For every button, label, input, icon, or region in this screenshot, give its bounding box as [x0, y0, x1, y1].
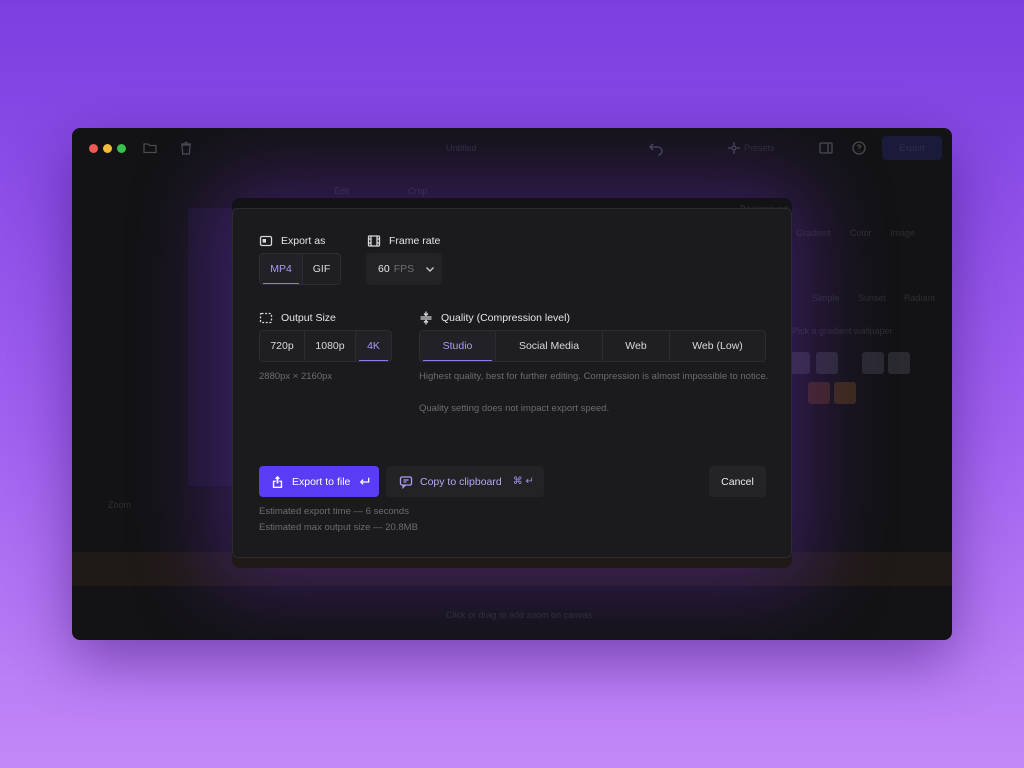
copy-shortcut: ⌘ ↵ [512, 476, 534, 487]
background-thumbnail[interactable] [862, 352, 884, 374]
share-upload-icon [272, 475, 283, 488]
crop-tab[interactable]: Crop [408, 186, 428, 196]
return-key-icon [360, 477, 370, 485]
quality-option-studio[interactable]: Studio [420, 331, 496, 361]
quality-label-row: Quality (Compression level) [419, 311, 570, 325]
export-format-selector: MP4 GIF [259, 253, 341, 285]
background-subtab-sunset[interactable]: Sunset [858, 293, 886, 303]
background-thumbnail[interactable] [816, 352, 838, 374]
close-window-button[interactable] [89, 144, 98, 153]
presets-icon[interactable] [726, 140, 742, 156]
background-thumbnail[interactable] [834, 382, 856, 404]
help-icon[interactable] [851, 140, 867, 156]
quality-label: Quality (Compression level) [441, 312, 570, 324]
output-size-selector: 720p 1080p 4K [259, 330, 392, 362]
estimated-output-size: Estimated max output size — 20.8MB [259, 522, 418, 533]
background-hint: Pick a gradient wallpaper [792, 326, 893, 336]
frame-rate-value: 60 [378, 263, 390, 275]
trash-icon[interactable] [178, 140, 194, 156]
export-to-file-label: Export to file [292, 475, 351, 488]
app-window: Untitled Presets Export Edit Crop Backgr… [72, 128, 952, 640]
quality-option-social-media[interactable]: Social Media [496, 331, 603, 361]
frame-rate-label: Frame rate [389, 235, 441, 247]
size-option-4k[interactable]: 4K [356, 331, 391, 361]
copy-to-clipboard-button[interactable]: Copy to clipboard ⌘ ↵ [386, 466, 544, 497]
export-as-label: Export as [281, 235, 326, 247]
timeline-footer-hint: Click or drag to add zoom on canvas [446, 610, 593, 620]
chevron-down-icon [426, 267, 435, 272]
frame-rate-unit: FPS [393, 263, 415, 275]
export-to-file-button[interactable]: Export to file [259, 466, 379, 497]
format-option-mp4[interactable]: MP4 [260, 254, 303, 284]
background-tab-image[interactable]: Image [890, 228, 915, 238]
edit-tab[interactable]: Edit [334, 186, 350, 196]
frame-rate-label-row: Frame rate [367, 234, 440, 248]
background-thumbnail[interactable] [808, 382, 830, 404]
size-option-1080p[interactable]: 1080p [305, 331, 356, 361]
size-option-720p[interactable]: 720p [260, 331, 305, 361]
background-thumbnail[interactable] [888, 352, 910, 374]
video-record-icon [259, 235, 273, 247]
folder-icon[interactable] [142, 140, 158, 156]
background-subtab-simple[interactable]: Simple [812, 293, 840, 303]
quality-note: Quality setting does not impact export s… [419, 403, 610, 414]
export-dialog: Export as MP4 GIF Frame rate 60 FPS Outp… [232, 208, 792, 558]
sidebar-toggle-icon[interactable] [818, 140, 834, 156]
cancel-button[interactable]: Cancel [709, 466, 766, 497]
copy-to-clipboard-label: Copy to clipboard [420, 475, 502, 488]
background-subtab-radiant[interactable]: Radiant [904, 293, 935, 303]
output-dimensions: 2880px × 2160px [259, 371, 333, 382]
background-tab-gradient[interactable]: Gradient [796, 228, 831, 238]
frame-rate-select[interactable]: 60 FPS [366, 253, 442, 285]
quality-option-web[interactable]: Web [603, 331, 670, 361]
titlebar: Untitled Presets Export [72, 128, 952, 168]
film-icon [367, 235, 381, 247]
quality-selector: Studio Social Media Web Web (Low) [419, 330, 766, 362]
export-top-label: Export [898, 143, 925, 153]
zoom-label[interactable]: Zoom [108, 500, 131, 510]
format-option-gif[interactable]: GIF [303, 254, 340, 284]
undo-icon[interactable] [648, 140, 664, 156]
estimated-export-time: Estimated export time — 6 seconds [259, 506, 409, 517]
clipboard-chat-icon [399, 475, 413, 489]
dashed-frame-icon [259, 312, 273, 324]
export-top-button[interactable]: Export [882, 136, 942, 160]
window-title: Untitled [446, 143, 477, 153]
compress-icon [420, 311, 432, 325]
output-size-label: Output Size [281, 312, 336, 324]
maximize-window-button[interactable] [117, 144, 126, 153]
quality-option-web-low[interactable]: Web (Low) [670, 331, 765, 361]
presets-label[interactable]: Presets [744, 143, 775, 153]
export-as-label-row: Export as [259, 234, 325, 248]
background-tab-color[interactable]: Color [850, 228, 872, 238]
quality-description: Highest quality, best for further editin… [419, 371, 769, 382]
output-size-label-row: Output Size [259, 311, 336, 325]
minimize-window-button[interactable] [103, 144, 112, 153]
